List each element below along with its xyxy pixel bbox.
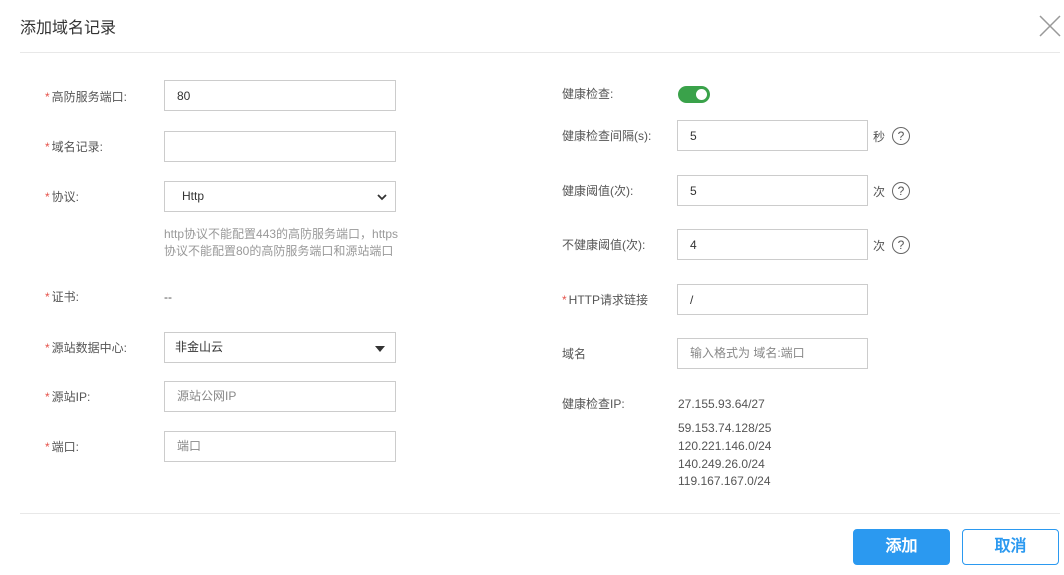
domain-input[interactable] — [164, 131, 396, 162]
http-url-label: * HTTP请求链接 — [562, 293, 649, 307]
cert-value: -- — [164, 290, 172, 304]
source-ip-input[interactable]: 源站公网IP — [164, 381, 396, 412]
health-check-toggle[interactable] — [678, 86, 710, 103]
add-button[interactable]: 添加 — [853, 529, 950, 565]
host-input[interactable]: 输入格式为 域名:端口 — [677, 338, 868, 369]
protocol-select[interactable]: Http — [164, 181, 396, 212]
protocol-label: * 协议: — [45, 190, 80, 204]
close-icon[interactable] — [1036, 12, 1064, 40]
caret-down-icon — [375, 346, 385, 352]
health-check-ip-label: 健康检查IP: — [562, 397, 625, 411]
source-ip-label: * 源站IP: — [45, 390, 91, 404]
help-icon[interactable]: ? — [892, 182, 910, 200]
cancel-button[interactable]: 取消 — [962, 529, 1059, 565]
port-label: * 高防服务端口: — [45, 90, 128, 104]
unhealthy-threshold-label: 不健康阈值(次): — [562, 238, 646, 252]
cert-label: * 证书: — [45, 290, 80, 304]
datacenter-label: * 源站数据中心: — [45, 341, 128, 355]
health-check-ip: 119.167.167.0/24 — [678, 474, 771, 488]
source-port-input[interactable]: 端口 — [164, 431, 396, 462]
source-port-label: * 端口: — [45, 440, 80, 454]
healthy-unit: 次 — [873, 185, 886, 199]
host-label: 域名 — [562, 347, 587, 361]
header-divider — [20, 52, 1060, 53]
chevron-down-icon — [377, 194, 387, 201]
health-check-ip: 59.153.74.128/25 — [678, 421, 772, 435]
interval-input[interactable] — [677, 120, 868, 151]
healthy-threshold-label: 健康阈值(次): — [562, 184, 634, 198]
healthy-threshold-input[interactable] — [677, 175, 868, 206]
interval-label: 健康检查间隔(s): — [562, 129, 652, 143]
domain-label: * 域名记录: — [45, 140, 104, 154]
http-url-input[interactable] — [677, 284, 868, 315]
health-check-ip: 27.155.93.64/27 — [678, 397, 765, 411]
unhealthy-unit: 次 — [873, 239, 886, 253]
unhealthy-threshold-input[interactable] — [677, 229, 868, 260]
port-input[interactable] — [164, 80, 396, 111]
health-check-ip: 140.249.26.0/24 — [678, 457, 765, 471]
health-check-ip: 120.221.146.0/24 — [678, 439, 772, 453]
help-icon[interactable]: ? — [892, 127, 910, 145]
interval-unit: 秒 — [873, 130, 886, 144]
help-icon[interactable]: ? — [892, 236, 910, 254]
health-check-label: 健康检查: — [562, 87, 614, 101]
dialog-title: 添加域名记录 — [20, 20, 117, 37]
datacenter-select[interactable]: 非金山云 — [164, 332, 396, 363]
protocol-hint: http协议不能配置443的高防服务端口，https 协议不能配置80的高防服务端… — [164, 227, 399, 258]
footer-divider — [20, 513, 1060, 514]
